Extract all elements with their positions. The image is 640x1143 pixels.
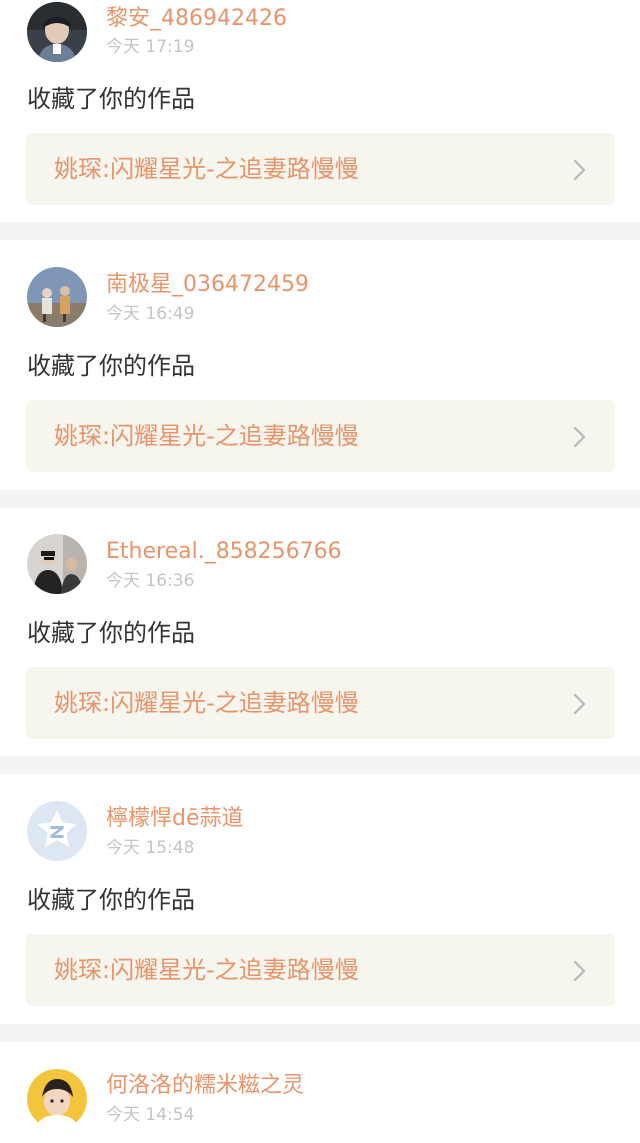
work-title: 姚琛:闪耀星光-之追妻路慢慢 (54, 422, 359, 450)
action-text: 收藏了你的作品 (27, 619, 195, 647)
timestamp: 今天 16:49 (106, 304, 195, 324)
timestamp: 今天 16:36 (106, 571, 195, 591)
default-star-avatar-icon (27, 801, 87, 861)
chevron-right-icon (573, 693, 587, 715)
username[interactable]: 何洛洛的糯米糍之灵 (106, 1073, 304, 1099)
user-avatar[interactable] (27, 534, 87, 594)
action-text: 收藏了你的作品 (27, 85, 195, 113)
notification-card: 黎安_486942426 今天 17:19 收藏了你的作品 姚琛:闪耀星光-之追… (0, 0, 640, 222)
user-avatar[interactable] (27, 801, 87, 861)
chevron-right-icon (573, 960, 587, 982)
chevron-right-icon (573, 159, 587, 181)
notification-card: 南极星_036472459 今天 16:49 收藏了你的作品 姚琛:闪耀星光-之… (0, 240, 640, 490)
chevron-right-icon (573, 426, 587, 448)
notification-card: 檸檬悍dē蒜道 今天 15:48 收藏了你的作品 姚琛:闪耀星光-之追妻路慢慢 (0, 774, 640, 1024)
user-avatar[interactable] (27, 1069, 87, 1129)
notification-card: 何洛洛的糯米糍之灵 今天 14:54 (0, 1042, 640, 1143)
username[interactable]: 黎安_486942426 (106, 6, 287, 32)
work-link[interactable]: 姚琛:闪耀星光-之追妻路慢慢 (26, 667, 615, 739)
work-link[interactable]: 姚琛:闪耀星光-之追妻路慢慢 (26, 133, 615, 205)
work-title: 姚琛:闪耀星光-之追妻路慢慢 (54, 956, 359, 984)
two-people-avatar-icon (27, 534, 87, 594)
username[interactable]: 檸檬悍dē蒜道 (106, 806, 244, 832)
work-link[interactable]: 姚琛:闪耀星光-之追妻路慢慢 (26, 934, 615, 1006)
work-title: 姚琛:闪耀星光-之追妻路慢慢 (54, 155, 359, 183)
timestamp: 今天 14:54 (106, 1105, 195, 1125)
timestamp: 今天 17:19 (106, 37, 195, 57)
timestamp: 今天 15:48 (106, 838, 195, 858)
dark-portrait-avatar-icon (27, 2, 87, 62)
username[interactable]: Ethereal._858256766 (106, 539, 342, 565)
username[interactable]: 南极星_036472459 (106, 272, 309, 298)
work-title: 姚琛:闪耀星光-之追妻路慢慢 (54, 689, 359, 717)
user-avatar[interactable] (27, 267, 87, 327)
action-text: 收藏了你的作品 (27, 886, 195, 914)
work-link[interactable]: 姚琛:闪耀星光-之追妻路慢慢 (26, 400, 615, 472)
yellow-portrait-avatar-icon (27, 1069, 87, 1129)
outdoor-group-avatar-icon (27, 267, 87, 327)
action-text: 收藏了你的作品 (27, 352, 195, 380)
notification-card: Ethereal._858256766 今天 16:36 收藏了你的作品 姚琛:… (0, 508, 640, 756)
user-avatar[interactable] (27, 2, 87, 62)
